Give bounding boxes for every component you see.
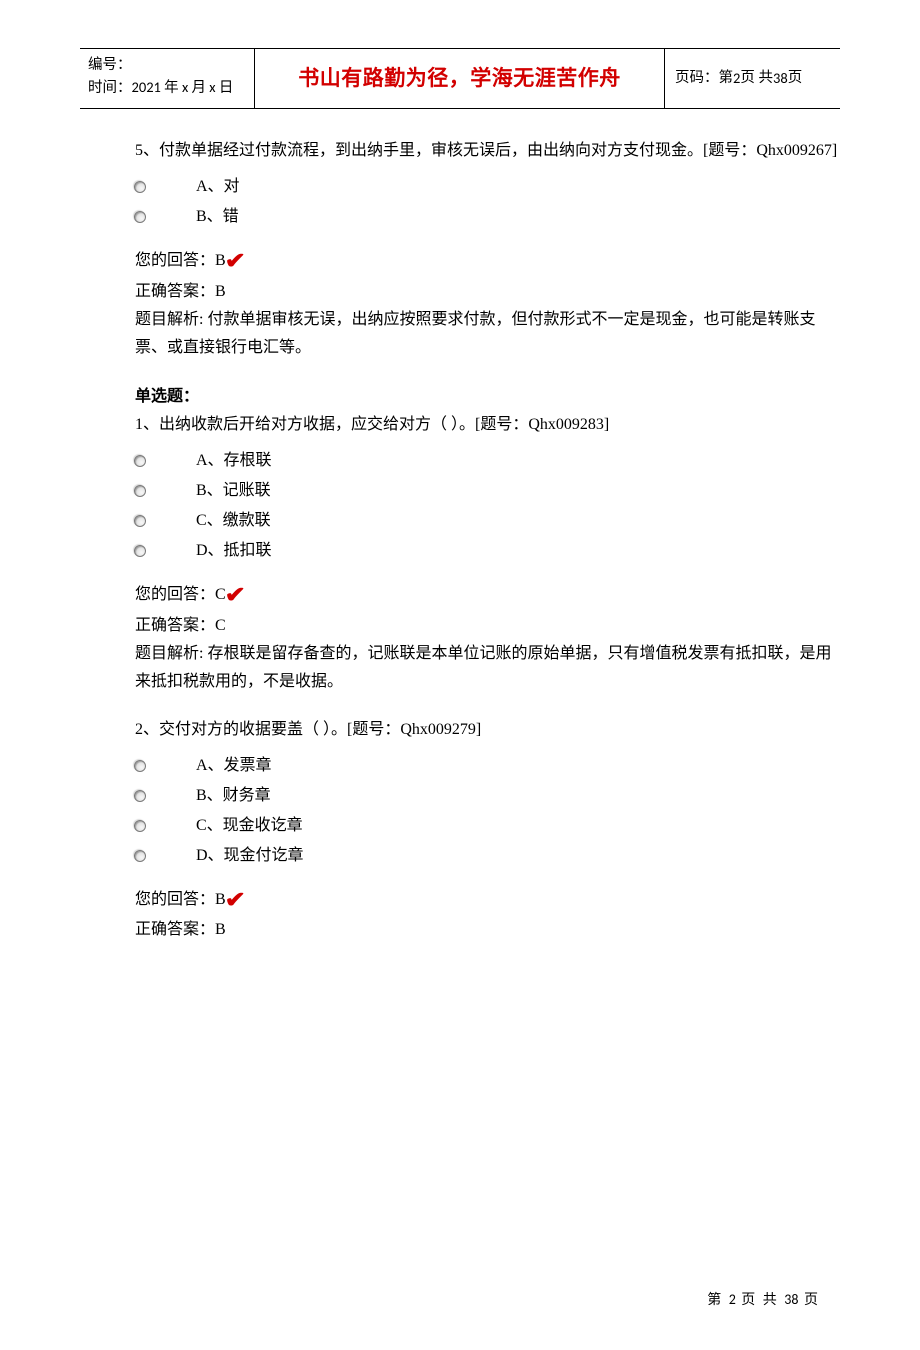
radio-icon <box>134 211 146 223</box>
q5-option-b-label: B、错 <box>196 209 239 225</box>
footer-prefix: 第 <box>707 1293 729 1308</box>
q1-option-b[interactable]: B、记账联 <box>134 483 840 499</box>
q2-option-b-label: B、财务章 <box>196 788 271 804</box>
explain-label: 题目解析: <box>135 645 207 662</box>
q1-correct-answer: 正确答案：C <box>135 612 840 640</box>
q1-option-c-label: C、缴款联 <box>196 513 271 529</box>
page-total: 38 <box>773 67 788 90</box>
radio-icon <box>134 455 146 467</box>
check-icon: ✔ <box>224 242 245 281</box>
radio-icon <box>134 485 146 497</box>
correct-answer-value: C <box>215 617 226 634</box>
q1-option-b-label: B、记账联 <box>196 483 271 499</box>
q1-option-d[interactable]: D、抵扣联 <box>134 543 840 559</box>
footer-current: 2 <box>729 1291 736 1308</box>
time-label: 时间： <box>88 80 132 96</box>
q5-correct-answer: 正确答案：B <box>135 278 840 306</box>
q1-option-a-label: A、存根联 <box>196 453 272 469</box>
time-line: 时间：2021 年 x 月 x 日 <box>88 77 250 100</box>
correct-answer-label: 正确答案： <box>135 921 215 938</box>
serial-line: 编号： <box>88 55 250 77</box>
q1-option-c[interactable]: C、缴款联 <box>134 513 840 529</box>
q2-option-b[interactable]: B、财务章 <box>134 788 840 804</box>
q5-option-a-label: A、对 <box>196 179 240 195</box>
radio-icon <box>134 181 146 193</box>
q5-option-a[interactable]: A、对 <box>134 179 840 195</box>
q5-text: 5、付款单据经过付款流程，到出纳手里，审核无误后，由出纳向对方支付现金。[题号：… <box>135 137 840 165</box>
q2-option-a-label: A、发票章 <box>196 758 272 774</box>
q2-option-d[interactable]: D、现金付讫章 <box>134 848 840 864</box>
q1-option-a[interactable]: A、存根联 <box>134 453 840 469</box>
single-choice-heading: 单选题： <box>135 384 840 410</box>
radio-icon <box>134 850 146 862</box>
page-current: 2 <box>733 67 740 90</box>
footer-mid: 页 共 <box>736 1293 785 1308</box>
serial-label: 编号： <box>88 57 132 73</box>
radio-icon <box>134 790 146 802</box>
q2-option-c-label: C、现金收讫章 <box>196 818 303 834</box>
page-label-prefix: 页码：第 <box>675 67 733 90</box>
radio-icon <box>134 760 146 772</box>
explain-label: 题目解析: <box>135 311 207 328</box>
explain-text: 存根联是留存备查的，记账联是本单位记账的原始单据，只有增值税发票有抵扣联，是用来… <box>135 645 831 690</box>
your-answer-label: 您的回答： <box>135 586 215 603</box>
correct-answer-label: 正确答案： <box>135 283 215 300</box>
page-footer: 第 2 页 共 38 页 <box>707 1289 820 1312</box>
header-page-box: 页码：第 2 页 共 38 页 <box>665 49 840 108</box>
page-label-suffix: 页 <box>788 67 803 90</box>
page-content: 5、付款单据经过付款流程，到出纳手里，审核无误后，由出纳向对方支付现金。[题号：… <box>135 137 840 944</box>
correct-answer-value: B <box>215 921 226 938</box>
q1-text: 1、出纳收款后开给对方收据，应交给对方（ ）。[题号：Qhx009283] <box>135 411 840 439</box>
q1-your-answer: 您的回答：C✔ <box>135 573 840 612</box>
check-icon: ✔ <box>224 881 245 920</box>
q2-option-a[interactable]: A、发票章 <box>134 758 840 774</box>
correct-answer-value: B <box>215 283 226 300</box>
q2-correct-answer: 正确答案：B <box>135 916 840 944</box>
radio-icon <box>134 820 146 832</box>
radio-icon <box>134 545 146 557</box>
q2-option-d-label: D、现金付讫章 <box>196 848 304 864</box>
page-header: 编号： 时间：2021 年 x 月 x 日 书山有路勤为径，学海无涯苦作舟 页码… <box>80 49 840 109</box>
page-label-mid: 页 共 <box>740 67 773 90</box>
q2-your-answer: 您的回答：B✔ <box>135 878 840 917</box>
radio-icon <box>134 515 146 527</box>
check-icon: ✔ <box>224 576 245 615</box>
footer-suffix: 页 <box>799 1293 821 1308</box>
q5-explanation: 题目解析: 付款单据审核无误，出纳应按照要求付款，但付款形式不一定是现金，也可能… <box>135 306 840 362</box>
header-motto: 书山有路勤为径，学海无涯苦作舟 <box>255 49 665 108</box>
q5-option-b[interactable]: B、错 <box>134 209 840 225</box>
your-answer-label: 您的回答： <box>135 891 215 908</box>
q2-option-c[interactable]: C、现金收讫章 <box>134 818 840 834</box>
time-value: 2021 年 x 月 x 日 <box>132 78 234 96</box>
q1-explanation: 题目解析: 存根联是留存备查的，记账联是本单位记账的原始单据，只有增值税发票有抵… <box>135 640 840 696</box>
q5-your-answer: 您的回答：B✔ <box>135 239 840 278</box>
your-answer-label: 您的回答： <box>135 252 215 269</box>
header-meta-box: 编号： 时间：2021 年 x 月 x 日 <box>80 49 255 108</box>
correct-answer-label: 正确答案： <box>135 617 215 634</box>
explain-text: 付款单据审核无误，出纳应按照要求付款，但付款形式不一定是现金，也可能是转账支票、… <box>135 311 815 356</box>
footer-total: 38 <box>784 1291 798 1308</box>
q2-text: 2、交付对方的收据要盖（ ）。[题号：Qhx009279] <box>135 716 840 744</box>
q1-option-d-label: D、抵扣联 <box>196 543 272 559</box>
